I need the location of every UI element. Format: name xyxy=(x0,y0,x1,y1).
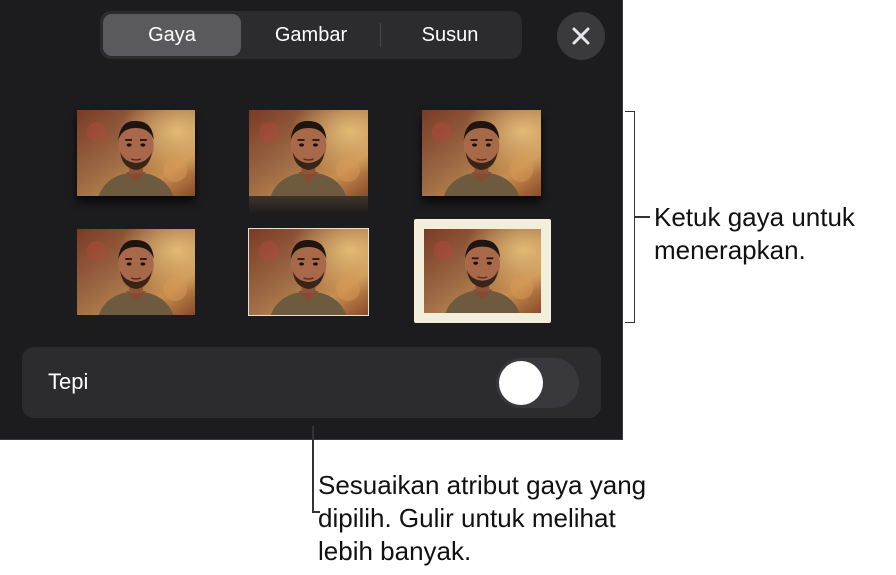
portrait-image xyxy=(249,110,368,196)
style-thumbnail-plain[interactable] xyxy=(77,229,195,315)
tepi-label: Tepi xyxy=(48,369,89,394)
tab-segmented-control: Gaya Gambar Susun xyxy=(100,11,522,59)
tab-gaya[interactable]: Gaya xyxy=(103,14,241,56)
tab-susun[interactable]: Susun xyxy=(381,14,519,56)
tepi-setting-row: Tepi xyxy=(22,347,601,418)
attributes-callout-text: Sesuaikan atribut gaya yang dipilih. Gul… xyxy=(318,469,718,568)
attributes-callout-line xyxy=(312,426,314,512)
style-panel: Gaya Gambar Susun Tepi xyxy=(0,0,623,440)
callout-line: menerapkan. xyxy=(654,235,806,265)
portrait-image xyxy=(424,229,541,313)
portrait-image xyxy=(77,110,195,196)
tab-gambar[interactable]: Gambar xyxy=(242,14,380,56)
callout-line: Sesuaikan atribut gaya yang xyxy=(318,470,647,500)
styles-callout-tick xyxy=(635,216,650,218)
style-thumbnail-shadow[interactable] xyxy=(77,110,195,196)
portrait-image xyxy=(249,229,368,315)
tepi-toggle[interactable] xyxy=(496,358,579,408)
portrait-image xyxy=(422,110,541,196)
close-button[interactable] xyxy=(557,12,605,60)
toggle-knob xyxy=(499,361,543,405)
style-thumbnail-mat-frame[interactable] xyxy=(414,219,551,323)
portrait-image xyxy=(77,229,195,315)
styles-callout-text: Ketuk gaya untuk menerapkan. xyxy=(654,201,894,267)
callout-line: Ketuk gaya untuk xyxy=(654,202,855,232)
callout-line: lebih banyak. xyxy=(318,536,472,566)
style-thumbnail-shadow-2[interactable] xyxy=(422,110,541,196)
style-thumbnail-thin-border[interactable] xyxy=(248,228,369,316)
callout-line: dipilih. Gulir untuk melihat xyxy=(318,503,616,533)
style-thumbnail-reflection[interactable] xyxy=(249,110,368,214)
close-icon xyxy=(572,27,590,45)
styles-callout-bracket xyxy=(625,111,635,323)
